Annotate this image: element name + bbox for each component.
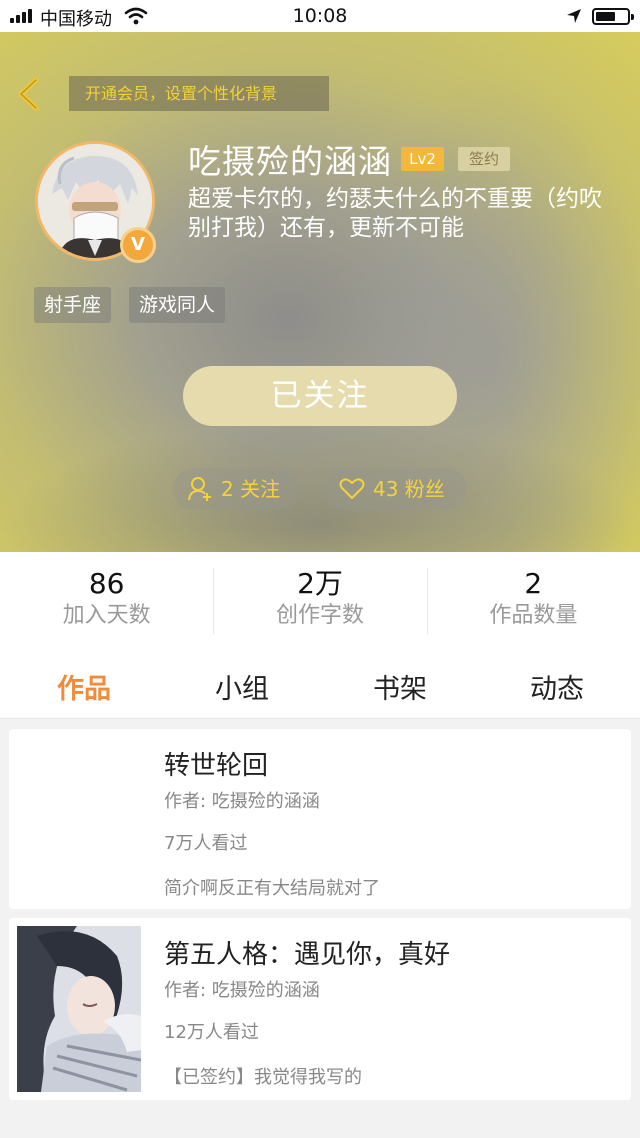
book-title: 第五人格：遇见你，真好 (164, 940, 451, 970)
location-icon (567, 9, 581, 23)
user-bio: 超爱卡尔的，约瑟夫什么的不重要（约吹别打我）还有，更新不可能 (188, 186, 602, 241)
stat-word-count: 2万 创作字数 (213, 552, 426, 645)
tab-bar: 作品 小组 书架 动态 (0, 645, 640, 719)
stat-join-days: 86 加入天数 (0, 552, 213, 645)
stat-label: 加入天数 (62, 603, 151, 628)
stat-value: 2万 (297, 567, 343, 600)
book-description: 简介啊反正有大结局就对了 (164, 878, 380, 899)
book-description: 【已签约】我觉得我写的 (164, 1067, 362, 1088)
tag-item[interactable]: 射手座 (34, 287, 112, 323)
stat-works-count: 2 作品数量 (426, 552, 640, 645)
stat-value: 86 (88, 567, 125, 600)
fans-pill[interactable]: 43 粉丝 (325, 468, 467, 510)
clock: 10:08 (292, 5, 348, 27)
stat-value: 2 (524, 567, 543, 600)
level-badge: Lv2 (401, 147, 444, 171)
book-cover (17, 926, 141, 1092)
stat-label: 作品数量 (489, 603, 578, 628)
profile-header: 开通会员，设置个性化背景 V 吃摄殓的涵涵 Lv2 签约 超爱卡尔的，约瑟夫什么… (0, 32, 640, 552)
following-count: 2 关注 (221, 477, 281, 501)
following-pill[interactable]: 2 关注 (173, 468, 299, 510)
tag-item[interactable]: 游戏同人 (129, 287, 226, 323)
verified-icon: V (120, 227, 156, 263)
username: 吃摄殓的涵涵 (188, 142, 392, 181)
tag-list: 射手座 游戏同人 (34, 287, 226, 323)
signed-badge: 签约 (458, 147, 510, 171)
book-views: 12万人看过 (164, 1022, 259, 1043)
status-bar: 中国移动 10:08 (0, 0, 640, 32)
stats-row: 86 加入天数 2万 创作字数 2 作品数量 (0, 552, 640, 645)
book-card[interactable]: 转世轮回 作者: 吃摄殓的涵涵 7万人看过 简介啊反正有大结局就对了 (9, 729, 631, 909)
book-author: 作者: 吃摄殓的涵涵 (164, 980, 320, 1001)
book-title: 转世轮回 (164, 751, 269, 781)
book-card[interactable]: 第五人格：遇见你，真好 作者: 吃摄殓的涵涵 12万人看过 【已签约】我觉得我写… (9, 918, 631, 1100)
back-chevron-icon[interactable] (12, 74, 46, 114)
book-views: 7万人看过 (164, 833, 248, 854)
heart-icon (339, 478, 365, 499)
book-author: 作者: 吃摄殓的涵涵 (164, 791, 320, 812)
tab-works[interactable]: 作品 (57, 667, 111, 706)
stat-label: 创作字数 (275, 603, 364, 628)
follow-button[interactable]: 已关注 (183, 366, 457, 426)
tab-groups[interactable]: 小组 (215, 667, 269, 706)
vip-background-banner[interactable]: 开通会员，设置个性化背景 (69, 76, 329, 111)
tab-activity[interactable]: 动态 (530, 667, 584, 706)
add-user-icon (188, 477, 211, 501)
fans-count: 43 粉丝 (373, 477, 445, 501)
tab-bookshelf[interactable]: 书架 (373, 667, 427, 706)
battery-icon (592, 8, 634, 25)
